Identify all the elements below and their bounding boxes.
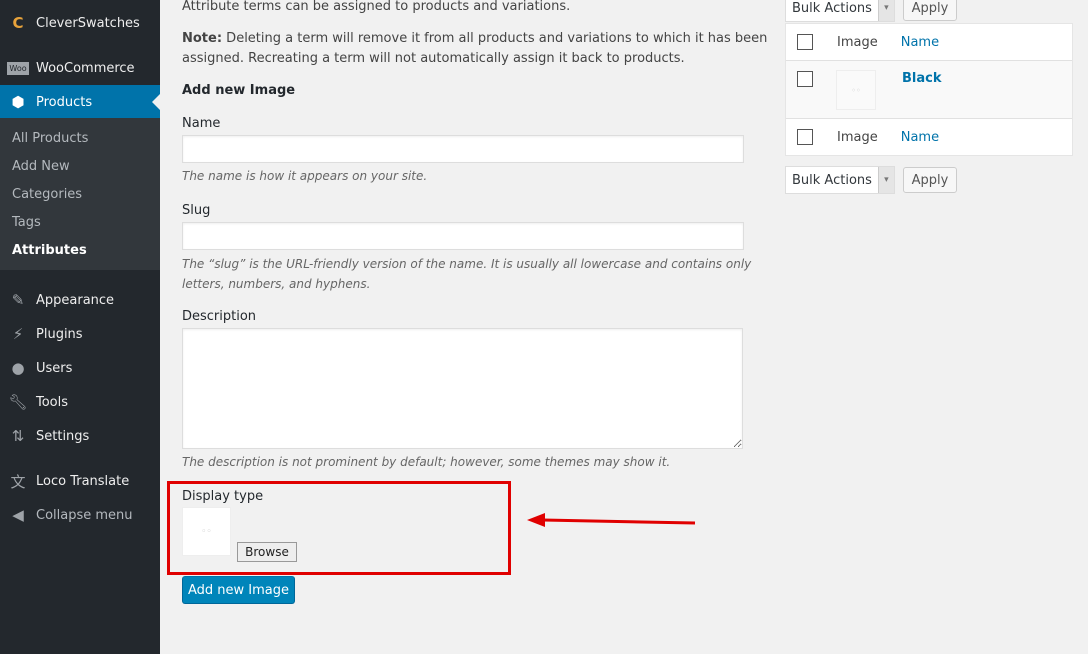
display-type-label: Display type bbox=[182, 489, 264, 504]
slug-label: Slug bbox=[182, 203, 211, 218]
slug-input[interactable] bbox=[182, 222, 744, 250]
apply-button-bottom[interactable]: Apply bbox=[902, 167, 957, 193]
table-row: ◦◦ Black bbox=[786, 61, 1072, 119]
table-header: Image Name bbox=[786, 24, 1072, 61]
submenu-tags[interactable]: Tags bbox=[0, 209, 160, 237]
description-textarea[interactable] bbox=[182, 328, 743, 449]
menu-woocommerce[interactable]: Woo WooCommerce bbox=[0, 51, 160, 85]
image-placeholder: ◦◦ bbox=[182, 507, 231, 556]
chevron-down-icon: ▾ bbox=[877, 0, 894, 21]
note-text: Note: Deleting a term will remove it fro… bbox=[182, 31, 768, 66]
menu-loco-translate[interactable]: 文 Loco Translate bbox=[0, 464, 160, 498]
bulk-actions-select-bottom[interactable]: Bulk Actions ▾ bbox=[785, 166, 895, 194]
submenu-all-products[interactable]: All Products bbox=[0, 125, 160, 153]
menu-plugins[interactable]: ⚡ Plugins bbox=[0, 317, 160, 351]
submenu-add-new[interactable]: Add New bbox=[0, 153, 160, 181]
bulk-actions-bottom: Bulk Actions ▾ Apply bbox=[785, 166, 1073, 194]
submenu-categories[interactable]: Categories bbox=[0, 181, 160, 209]
browse-button[interactable]: Browse bbox=[237, 542, 297, 562]
slug-hint: The “slug” is the URL-friendly version o… bbox=[182, 257, 752, 291]
submenu-attributes[interactable]: Attributes bbox=[0, 237, 160, 265]
term-image-thumb: ◦◦ bbox=[836, 70, 876, 110]
settings-icon: ⇅ bbox=[11, 427, 25, 445]
wrench-icon: 🔧︎ bbox=[8, 393, 28, 411]
col-image: Image bbox=[837, 34, 878, 50]
bulk-actions-select-top[interactable]: Bulk Actions ▾ bbox=[785, 0, 895, 22]
col-image-footer: Image bbox=[837, 129, 878, 145]
plugin-icon: ⚡ bbox=[12, 325, 24, 343]
translate-icon: 文 bbox=[10, 472, 26, 491]
terms-table: Image Name ◦◦ Black Image Name bbox=[785, 23, 1073, 156]
menu-products[interactable]: ⬢ Products bbox=[0, 85, 160, 119]
products-box-icon: ⬢ bbox=[11, 93, 25, 111]
collapse-menu[interactable]: ◀ Collapse menu bbox=[0, 498, 160, 532]
menu-appearance[interactable]: ✎ Appearance bbox=[0, 283, 160, 317]
cleverswatches-logo-icon: C bbox=[12, 14, 24, 32]
chevron-down-icon: ▾ bbox=[877, 167, 894, 193]
select-all-checkbox-footer[interactable] bbox=[797, 129, 813, 145]
select-all-checkbox[interactable] bbox=[797, 34, 813, 50]
menu-settings[interactable]: ⇅ Settings bbox=[0, 419, 160, 453]
products-submenu: All Products Add New Categories Tags Att… bbox=[0, 118, 160, 270]
admin-sidebar: C CleverSwatches Woo WooCommerce ⬢ Products… bbox=[0, 0, 160, 654]
add-new-image-button[interactable]: Add new Image bbox=[182, 576, 295, 604]
menu-cleverswatches[interactable]: C CleverSwatches bbox=[0, 6, 160, 40]
table-footer: Image Name bbox=[786, 119, 1072, 155]
bulk-actions-top: Bulk Actions ▾ Apply bbox=[785, 0, 1073, 22]
menu-tools[interactable]: 🔧︎ Tools bbox=[0, 385, 160, 419]
name-hint: The name is how it appears on your site. bbox=[182, 169, 428, 183]
apply-button-top[interactable]: Apply bbox=[902, 0, 957, 21]
intro-text: Attribute terms can be assigned to produ… bbox=[182, 0, 571, 14]
name-input[interactable] bbox=[182, 135, 744, 163]
menu-users[interactable]: ● Users bbox=[0, 351, 160, 385]
collapse-icon: ◀ bbox=[12, 506, 24, 524]
description-label: Description bbox=[182, 309, 257, 324]
form-heading: Add new Image bbox=[182, 83, 296, 98]
user-icon: ● bbox=[11, 359, 25, 377]
red-arrow bbox=[527, 513, 696, 527]
row-checkbox[interactable] bbox=[797, 71, 813, 87]
description-hint: The description is not prominent by defa… bbox=[182, 455, 671, 469]
col-name-sort[interactable]: Name bbox=[901, 35, 939, 50]
term-name-link[interactable]: Black bbox=[902, 71, 942, 86]
woocommerce-icon: Woo bbox=[7, 61, 29, 75]
col-name-sort-footer[interactable]: Name bbox=[901, 130, 939, 145]
name-label: Name bbox=[182, 116, 221, 131]
brush-icon: ✎ bbox=[11, 291, 25, 309]
